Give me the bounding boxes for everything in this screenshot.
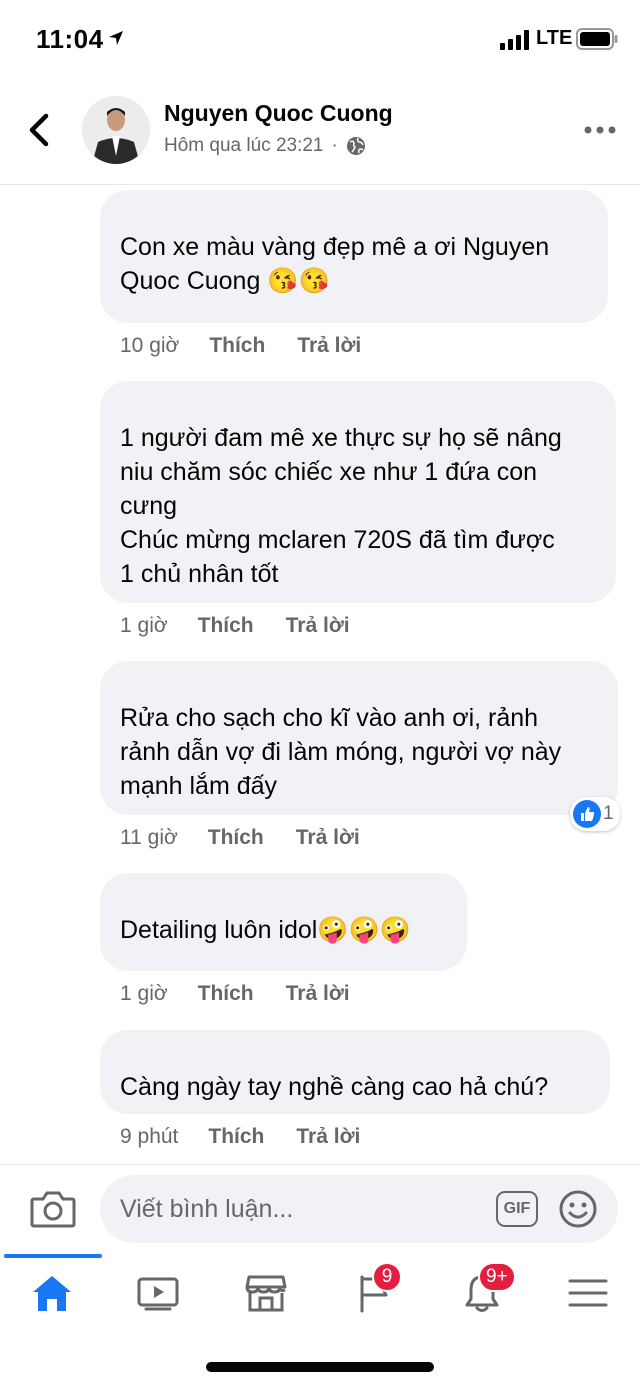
- camera-icon[interactable]: [30, 1189, 76, 1229]
- emoji-icon[interactable]: [558, 1189, 598, 1229]
- comment-item: Con xe màu vàng đẹp mê a ơi Nguyen Quoc …: [100, 190, 608, 361]
- comment-actions: 11 giờ Thích Trả lời: [100, 823, 618, 853]
- comment-item: Rửa cho sạch cho kĩ vào anh ơi, rảnh rản…: [100, 661, 620, 853]
- globe-icon: [346, 137, 365, 155]
- comment-time: 10 giờ: [120, 334, 180, 357]
- comment-bubble[interactable]: 1 người đam mê xe thực sự họ sẽ nâng niu…: [100, 381, 616, 603]
- shop-icon: [245, 1275, 287, 1312]
- comment-bubble[interactable]: Con xe màu vàng đẹp mê a ơi Nguyen Quoc …: [100, 190, 608, 323]
- status-time: 11:04: [36, 24, 104, 54]
- like-button[interactable]: Thích: [208, 826, 264, 850]
- comment-bubble[interactable]: Detailing luôn idol🤪🤪🤪: [100, 873, 467, 971]
- video-icon: [137, 1277, 179, 1311]
- more-options-button[interactable]: [580, 118, 620, 142]
- comment-actions: 1 giờ Thích Trả lời: [100, 611, 616, 641]
- reply-button[interactable]: Trả lời: [286, 982, 350, 1006]
- comment-item: Càng ngày tay nghề càng cao hả chú? 9 ph…: [100, 1030, 610, 1152]
- notifications-badge: 9+: [478, 1262, 516, 1292]
- tab-marketplace[interactable]: [236, 1268, 296, 1318]
- tab-notifications[interactable]: 9+: [452, 1262, 516, 1318]
- thumbs-up-icon: [573, 800, 601, 828]
- tab-pages[interactable]: 9: [344, 1262, 404, 1318]
- meta-separator: ·: [331, 135, 338, 156]
- location-arrow-icon: [109, 31, 123, 45]
- pages-badge: 9: [372, 1262, 402, 1292]
- like-button[interactable]: Thích: [208, 1125, 264, 1149]
- tab-watch[interactable]: [128, 1268, 188, 1318]
- comment-actions: 9 phút Thích Trả lời: [100, 1122, 610, 1152]
- reply-button[interactable]: Trả lời: [296, 826, 360, 850]
- comment-time: 1 giờ: [120, 614, 168, 637]
- back-button[interactable]: [24, 110, 56, 150]
- like-button[interactable]: Thích: [209, 334, 265, 358]
- comment-input[interactable]: [100, 1175, 618, 1243]
- like-button[interactable]: Thích: [198, 614, 254, 638]
- author-name[interactable]: Nguyen Quoc Cuong: [164, 100, 393, 127]
- comment-actions: 1 giờ Thích Trả lời: [100, 979, 467, 1009]
- gif-button[interactable]: GIF: [496, 1191, 538, 1227]
- comment-composer: GIF: [0, 1164, 640, 1255]
- post-meta: Hôm qua lúc 23:21 ·: [164, 135, 366, 157]
- avatar[interactable]: [82, 96, 150, 164]
- battery-icon: [576, 28, 618, 50]
- comment-item: 1 người đam mê xe thực sự họ sẽ nâng niu…: [100, 381, 616, 641]
- comment-item: Detailing luôn idol🤪🤪🤪 1 giờ Thích Trả l…: [100, 873, 467, 1009]
- cellular-signal-icon: [500, 30, 529, 50]
- avatar-image: [82, 96, 150, 164]
- active-tab-indicator: [4, 1254, 102, 1258]
- comment-time: 9 phút: [120, 1125, 179, 1148]
- comment-bubble[interactable]: Rửa cho sạch cho kĩ vào anh ơi, rảnh rản…: [100, 661, 618, 815]
- reply-button[interactable]: Trả lời: [286, 614, 350, 638]
- comment-bubble[interactable]: Càng ngày tay nghề càng cao hả chú?: [100, 1030, 610, 1114]
- status-bar: 11:04 LTE: [0, 0, 640, 80]
- network-type: LTE: [536, 27, 573, 49]
- bottom-tab-bar: 9 9+: [0, 1254, 640, 1330]
- reaction-summary[interactable]: 1: [570, 797, 620, 831]
- tab-home[interactable]: [22, 1268, 82, 1318]
- comment-list[interactable]: Con xe màu vàng đẹp mê a ơi Nguyen Quoc …: [0, 186, 640, 1164]
- hamburger-icon: [568, 1279, 608, 1307]
- comment-actions: 10 giờ Thích Trả lời: [100, 331, 608, 361]
- comment-time: 1 giờ: [120, 982, 168, 1005]
- comment-time: 11 giờ: [120, 826, 178, 849]
- reply-button[interactable]: Trả lời: [297, 334, 361, 358]
- reply-button[interactable]: Trả lời: [296, 1125, 360, 1149]
- like-button[interactable]: Thích: [198, 982, 254, 1006]
- post-timestamp[interactable]: Hôm qua lúc 23:21: [164, 135, 324, 157]
- home-indicator: [206, 1362, 434, 1372]
- tab-menu[interactable]: [558, 1268, 618, 1318]
- reaction-count: 1: [603, 803, 614, 824]
- post-header: Nguyen Quoc Cuong Hôm qua lúc 23:21 ·: [0, 80, 640, 185]
- home-icon: [33, 1276, 71, 1311]
